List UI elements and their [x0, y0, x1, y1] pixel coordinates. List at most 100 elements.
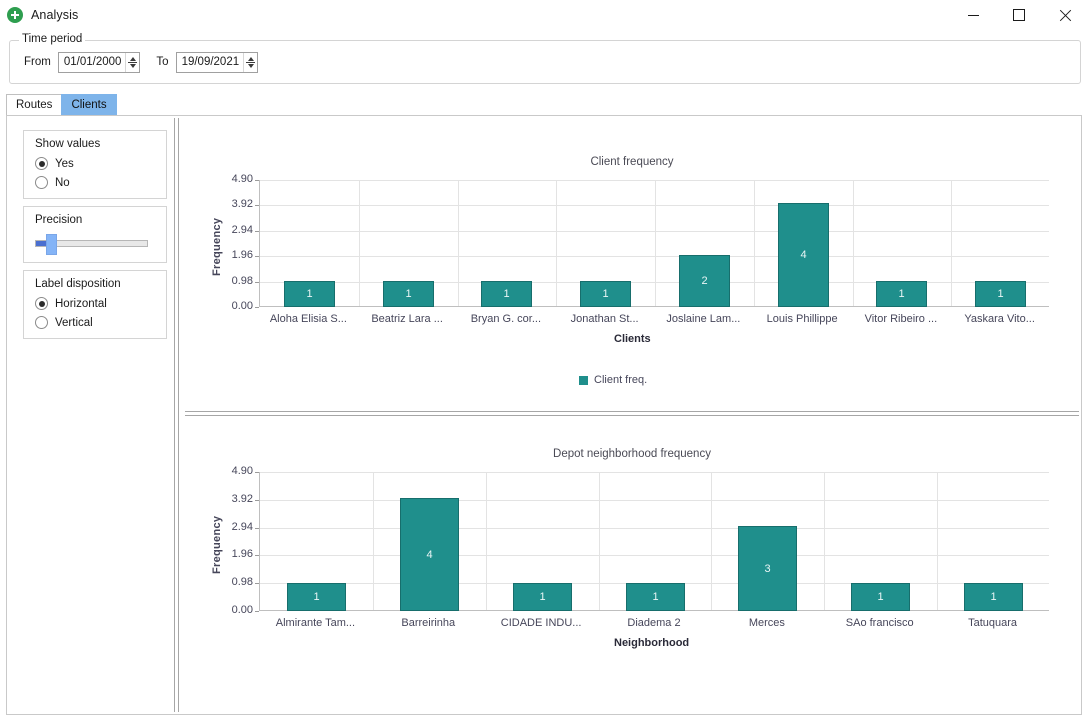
from-date-spinbox[interactable]: 01/01/2000	[57, 51, 141, 73]
label-disposition-horizontal-label: Horizontal	[55, 297, 107, 310]
bar[interactable]: 2	[679, 255, 730, 307]
to-date-arrows[interactable]	[243, 52, 258, 72]
bar[interactable]: 1	[513, 583, 572, 611]
show-values-title: Show values	[35, 138, 101, 150]
gridline-vertical	[853, 180, 854, 306]
chevron-down-icon[interactable]	[247, 63, 254, 68]
close-button[interactable]	[1042, 0, 1088, 30]
legend-swatch	[579, 375, 588, 385]
show-values-no-radio[interactable]: No	[24, 173, 166, 192]
x-axis-tick-label: Louis Phillippe	[766, 313, 838, 325]
y-axis-tick-label: 3.92	[231, 198, 253, 211]
bar[interactable]: 1	[383, 281, 434, 307]
bar-value-label: 1	[602, 288, 609, 300]
bar-value-label: 1	[990, 591, 997, 603]
y-axis-tick-mark	[255, 180, 259, 181]
window-title: Analysis	[31, 8, 79, 22]
y-axis-tick-mark	[255, 499, 259, 501]
plot-area: 1 4 1 1 3 1 1	[259, 472, 1049, 611]
bar-value-label: 1	[503, 288, 510, 300]
y-axis-tick-label: 3.92	[231, 492, 253, 505]
bar[interactable]: 1	[481, 281, 532, 307]
tab-bar: Routes Clients	[6, 94, 117, 116]
x-axis-tick-label: Yaskara Vito...	[964, 313, 1035, 325]
bar[interactable]: 3	[738, 526, 797, 611]
tab-routes[interactable]: Routes	[6, 94, 63, 116]
plus-circle-icon	[7, 7, 23, 23]
bar[interactable]: 4	[400, 498, 459, 611]
to-date-value[interactable]: 19/09/2021	[177, 53, 244, 72]
bar[interactable]: 1	[287, 583, 346, 611]
from-date-arrows[interactable]	[125, 52, 140, 72]
y-axis-tick-mark	[255, 555, 259, 557]
gridline-vertical	[556, 180, 557, 306]
gridline-vertical	[458, 180, 459, 306]
chart-legend: Client freq.	[579, 374, 647, 386]
bar[interactable]: 1	[580, 281, 631, 307]
bar[interactable]: 1	[975, 281, 1026, 307]
x-axis-tick-label: Merces	[748, 617, 785, 629]
bar-value-label: 3	[764, 562, 771, 575]
from-date-value[interactable]: 01/01/2000	[59, 53, 126, 72]
bar-value-label: 1	[652, 591, 659, 603]
bar[interactable]: 1	[851, 583, 910, 611]
vertical-splitter[interactable]	[174, 118, 179, 712]
x-axis-tick-label: Joslaine Lam...	[666, 313, 741, 325]
chevron-up-icon[interactable]	[129, 56, 136, 61]
chevron-up-icon[interactable]	[247, 56, 254, 61]
time-period-group: Time period From 01/01/2000 To 19/09/202…	[9, 33, 1081, 84]
y-axis-tick-mark	[255, 256, 259, 258]
bar[interactable]: 4	[778, 203, 829, 307]
y-axis-tick-mark	[255, 230, 259, 232]
chevron-down-icon[interactable]	[129, 63, 136, 68]
x-axis-tick-label: Diadema 2	[627, 617, 681, 629]
bar[interactable]: 1	[876, 281, 927, 307]
bar-value-label: 1	[539, 591, 546, 603]
bar[interactable]: 1	[964, 583, 1023, 611]
y-axis-tick-mark	[255, 307, 259, 308]
gridline-vertical	[373, 472, 374, 610]
options-pane: Show values Yes No Precision Label dispo…	[23, 130, 167, 346]
show-values-group: Show values Yes No	[23, 130, 167, 199]
x-axis-tick-label: CIDADE INDU...	[500, 617, 582, 629]
gridline-vertical	[951, 180, 952, 306]
label-disposition-vertical-radio[interactable]: Vertical	[24, 313, 166, 332]
gridline-vertical	[711, 472, 712, 610]
tab-clients[interactable]: Clients	[61, 94, 117, 116]
x-axis-tick-label: Vitor Ribeiro ...	[864, 313, 938, 325]
y-axis-tick-mark	[255, 611, 259, 612]
bar-value-label: 1	[306, 288, 313, 300]
precision-slider[interactable]	[24, 230, 166, 256]
y-axis-tick-label: 1.96	[231, 548, 253, 561]
x-axis-tick-label: Barreirinha	[401, 617, 456, 629]
to-date-spinbox[interactable]: 19/09/2021	[175, 51, 259, 73]
bar-value-label: 2	[701, 275, 708, 287]
bar-value-label: 1	[877, 591, 884, 603]
radio-unselected-icon[interactable]	[35, 316, 48, 329]
slider-handle[interactable]	[46, 234, 57, 255]
gridline-horizontal	[260, 527, 1049, 529]
from-label: From	[24, 56, 51, 68]
y-axis-tick-label: 2.94	[231, 223, 253, 236]
y-axis-tick-label: 2.94	[231, 520, 253, 533]
label-disposition-title: Label disposition	[35, 278, 121, 290]
x-axis-label: Clients	[614, 333, 651, 345]
y-axis-tick-label: 0.00	[231, 300, 253, 312]
horizontal-splitter[interactable]	[185, 411, 1079, 416]
bar-value-label: 4	[800, 249, 807, 261]
legend-label: Client freq.	[594, 374, 648, 386]
maximize-button[interactable]	[996, 0, 1042, 30]
bar-value-label: 1	[313, 591, 320, 603]
y-axis-tick-mark	[255, 472, 259, 473]
show-values-yes-radio[interactable]: Yes	[24, 154, 166, 173]
precision-group: Precision	[23, 206, 167, 263]
y-axis-tick-label: 1.96	[231, 249, 253, 262]
radio-selected-icon[interactable]	[35, 297, 48, 310]
label-disposition-horizontal-radio[interactable]: Horizontal	[24, 294, 166, 313]
radio-unselected-icon[interactable]	[35, 176, 48, 189]
bar[interactable]: 1	[284, 281, 335, 307]
minimize-button[interactable]	[950, 0, 996, 30]
radio-selected-icon[interactable]	[35, 157, 48, 170]
bar[interactable]: 1	[626, 583, 685, 611]
gridline-horizontal	[260, 499, 1049, 501]
